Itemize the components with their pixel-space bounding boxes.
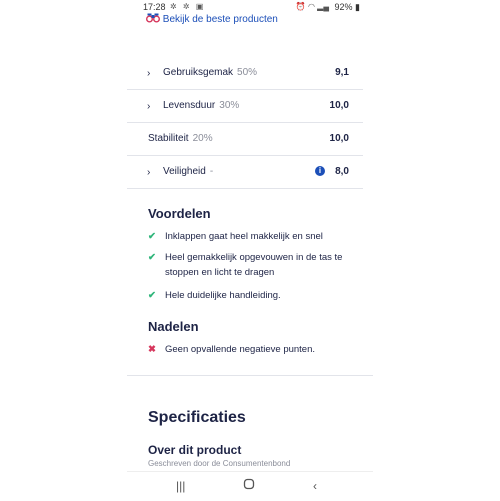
rating-label: Levensduur bbox=[163, 100, 216, 111]
about-product-subtitle: Geschreven door de Consumentenbond bbox=[148, 459, 291, 468]
specs-title: Specificaties bbox=[148, 409, 246, 426]
chevron-right-icon: › bbox=[147, 167, 151, 178]
check-icon: ✔ bbox=[148, 252, 156, 263]
about-product-title: Over dit product bbox=[148, 443, 242, 457]
info-icon[interactable]: i bbox=[315, 166, 325, 176]
best-products-label: Bekijk de beste producten bbox=[162, 14, 278, 25]
chevron-right-icon: › bbox=[147, 68, 151, 79]
home-icon bbox=[243, 478, 255, 490]
rating-label: Veiligheid bbox=[163, 166, 206, 177]
rating-row-stabiliteit: Stabiliteit 20% 10,0 bbox=[127, 122, 363, 156]
phone-screen: 17:28 ✲ ✲ ▣ ⏰ ◠ ▂▄ 92% ▮ Bekijk de beste… bbox=[127, 0, 373, 501]
notification-icons: ✲ ✲ ▣ bbox=[170, 2, 206, 11]
rating-weight: - bbox=[209, 166, 214, 177]
pro-item: ✔ Heel gemakkelijk opgevouwen in de tas … bbox=[148, 250, 363, 280]
rating-weight: 50% bbox=[237, 67, 258, 78]
rating-label: Gebruiksgemak bbox=[163, 67, 234, 78]
rating-score: 10,0 bbox=[329, 100, 349, 111]
rating-label: Stabiliteit bbox=[148, 133, 189, 144]
rating-score: 8,0 bbox=[335, 166, 349, 177]
cross-icon: ✖ bbox=[148, 344, 156, 355]
pro-text: Hele duidelijke handleiding. bbox=[165, 290, 281, 301]
rating-row-gebruiksgemak[interactable]: › Gebruiksgemak 50% 9,1 bbox=[127, 56, 363, 90]
con-text: Geen opvallende negatieve punten. bbox=[165, 344, 316, 355]
back-button[interactable]: ‹ bbox=[313, 479, 317, 493]
check-icon: ✔ bbox=[148, 290, 156, 301]
status-bar: 17:28 ✲ ✲ ▣ ⏰ ◠ ▂▄ 92% ▮ bbox=[127, 0, 373, 13]
rating-weight: 30% bbox=[219, 100, 240, 111]
best-products-link[interactable]: Bekijk de beste producten bbox=[146, 13, 278, 25]
check-icon: ✔ bbox=[148, 231, 156, 242]
rating-score: 9,1 bbox=[335, 67, 349, 78]
pro-text: Heel gemakkelijk opgevouwen in de tas te… bbox=[165, 252, 343, 278]
con-item: ✖ Geen opvallende negatieve punten. bbox=[148, 342, 363, 357]
pro-item: ✔ Inklappen gaat heel makkelijk en snel bbox=[148, 229, 363, 244]
signal-icon: ⏰ ◠ ▂▄ bbox=[295, 2, 329, 11]
pro-text: Inklappen gaat heel makkelijk en snel bbox=[165, 231, 323, 242]
home-button[interactable] bbox=[243, 478, 255, 493]
binoculars-icon bbox=[146, 13, 160, 23]
rating-row-veiligheid[interactable]: › Veiligheid - i 8,0 bbox=[127, 155, 363, 189]
rating-row-levensduur[interactable]: › Levensduur 30% 10,0 bbox=[127, 89, 363, 123]
status-time: 17:28 bbox=[143, 2, 166, 12]
rating-weight: 20% bbox=[192, 133, 213, 144]
battery-indicator: 92% ▮ bbox=[334, 2, 360, 12]
pros-heading: Voordelen bbox=[148, 206, 211, 221]
recent-apps-button[interactable]: ||| bbox=[176, 479, 185, 493]
pro-item: ✔ Hele duidelijke handleiding. bbox=[148, 288, 363, 303]
rating-score: 10,0 bbox=[329, 133, 349, 144]
chevron-right-icon: › bbox=[147, 101, 151, 112]
android-nav-bar: ||| ‹ bbox=[127, 471, 373, 501]
section-divider bbox=[127, 375, 373, 376]
cons-heading: Nadelen bbox=[148, 319, 199, 334]
